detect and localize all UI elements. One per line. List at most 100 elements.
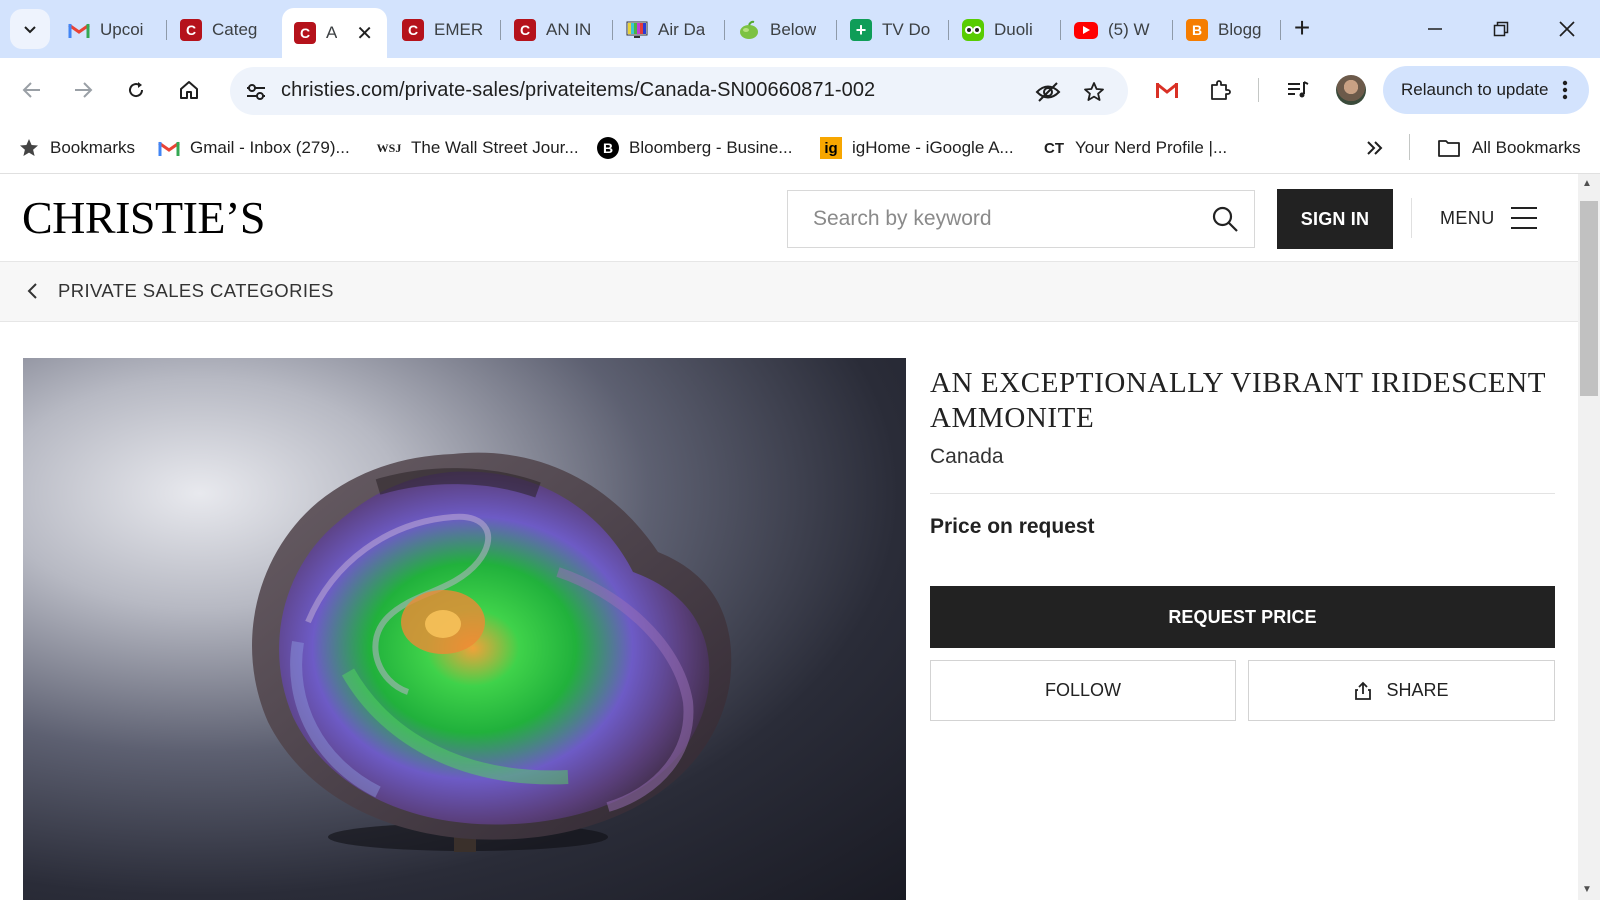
bookmark-label: Gmail - Inbox (279)... xyxy=(190,138,350,157)
search-icon[interactable] xyxy=(1211,205,1239,233)
scroll-down-arrow-icon[interactable]: ▼ xyxy=(1582,884,1592,895)
breadcrumb-label: PRIVATE SALES CATEGORIES xyxy=(58,280,334,301)
tab-emerald[interactable]: C EMER xyxy=(392,11,496,49)
bookmark-star-icon[interactable] xyxy=(1079,77,1109,107)
tab-label: TV Do xyxy=(882,20,931,39)
reload-icon xyxy=(129,82,144,98)
sign-in-button[interactable]: SIGN IN xyxy=(1277,189,1393,249)
menu-button[interactable]: MENU xyxy=(1440,202,1537,234)
reload-button[interactable] xyxy=(118,72,154,108)
tab-search-button[interactable] xyxy=(10,9,50,49)
bookmark-wsj[interactable]: WSJ The Wall Street Jour... xyxy=(377,135,579,161)
minimize-icon xyxy=(1428,28,1442,30)
tab-tv-doc[interactable]: + TV Do xyxy=(840,11,944,49)
close-tab-icon[interactable]: ✕ xyxy=(356,21,373,46)
scroll-up-arrow-icon[interactable]: ▲ xyxy=(1582,178,1592,189)
search-box xyxy=(787,190,1255,248)
youtube-icon xyxy=(1074,21,1098,39)
url-text: christies.com/private-sales/privateitems… xyxy=(281,79,876,101)
tab-duolingo[interactable]: Duoli xyxy=(952,11,1056,49)
tab-label: Blogg xyxy=(1218,20,1262,39)
ighome-icon: ig xyxy=(820,137,842,159)
christies-icon: C xyxy=(402,19,424,41)
extensions-icon[interactable] xyxy=(1204,74,1236,106)
tab-separator xyxy=(948,20,949,40)
home-button[interactable] xyxy=(171,72,207,108)
address-bar[interactable]: christies.com/private-sales/privateitems… xyxy=(230,67,1128,115)
tab-an-in[interactable]: C AN IN xyxy=(504,11,608,49)
tab-below[interactable]: Below xyxy=(728,11,832,49)
toolbar-separator xyxy=(1258,78,1259,102)
forward-arrow-icon xyxy=(75,82,93,98)
lot-title: AN EXCEPTIONALLY VIBRANT IRIDESCENT AMMO… xyxy=(930,367,1546,434)
close-window-button[interactable] xyxy=(1547,12,1587,46)
new-tab-button[interactable]: + xyxy=(1287,14,1317,44)
forward-button[interactable] xyxy=(65,72,101,108)
tab-upcoming[interactable]: Upcoi xyxy=(58,11,166,49)
share-button[interactable]: SHARE xyxy=(1248,660,1555,721)
bookmark-gmail[interactable]: Gmail - Inbox (279)... xyxy=(158,135,350,161)
bookmark-bloomberg[interactable]: B Bloomberg - Busine... xyxy=(597,135,792,161)
profile-avatar[interactable] xyxy=(1336,75,1366,105)
site-header: CHRISTIE’S SIGN IN MENU xyxy=(0,174,1578,262)
sheets-icon: + xyxy=(850,19,872,41)
duolingo-icon xyxy=(962,19,984,41)
christies-icon: C xyxy=(294,22,316,44)
bookmark-label: Bloomberg - Busine... xyxy=(629,138,793,157)
bookmark-nerd-profile[interactable]: CT Your Nerd Profile |... xyxy=(1043,135,1227,161)
bloomberg-icon: B xyxy=(597,137,619,159)
restore-button[interactable] xyxy=(1481,12,1521,46)
tab-blogger[interactable]: B Blogg xyxy=(1176,11,1280,49)
bookmark-bookmarks[interactable]: Bookmarks xyxy=(18,135,135,161)
tab-label: AN IN xyxy=(546,20,592,39)
tab-label: EMER xyxy=(434,20,484,39)
page-content: CHRISTIE’S SIGN IN MENU PRIVATE SALES CA… xyxy=(0,174,1578,900)
all-bookmarks-button[interactable]: All Bookmarks xyxy=(1436,135,1581,161)
tab-label: A xyxy=(326,23,338,42)
share-label: SHARE xyxy=(1386,680,1449,700)
bookmark-label: The Wall Street Jour... xyxy=(411,138,579,157)
minimize-button[interactable] xyxy=(1415,12,1455,46)
bookmark-label: Your Nerd Profile |... xyxy=(1075,138,1228,157)
tab-label: Categ xyxy=(212,20,258,39)
tab-label: Upcoi xyxy=(100,20,144,39)
wsj-icon: WSJ xyxy=(376,140,402,155)
chevron-down-icon xyxy=(24,26,36,34)
tab-active-ammonite[interactable]: C A ✕ xyxy=(282,8,387,58)
scrollbar-thumb[interactable] xyxy=(1580,201,1598,396)
more-bookmarks-button[interactable] xyxy=(1366,135,1384,161)
site-settings-icon[interactable] xyxy=(241,77,271,107)
search-input[interactable] xyxy=(788,191,1188,247)
lot-image[interactable] xyxy=(23,358,906,900)
tab-separator xyxy=(500,20,501,40)
gmail-extension-icon[interactable] xyxy=(1151,74,1183,106)
details-divider xyxy=(930,493,1555,494)
back-button[interactable] xyxy=(14,72,50,108)
bookmarks-bar: Bookmarks Gmail - Inbox (279)... WSJ The… xyxy=(0,122,1600,174)
bookmark-ighome[interactable]: ig igHome - iGoogle A... xyxy=(820,135,1014,161)
relaunch-update-button[interactable]: Relaunch to update xyxy=(1383,66,1589,114)
tab-youtube[interactable]: (5) W xyxy=(1064,11,1168,49)
tab-label: (5) W xyxy=(1108,20,1150,39)
tv-icon xyxy=(626,19,648,41)
tab-separator xyxy=(1060,20,1061,40)
tab-categories[interactable]: C Categ xyxy=(170,11,274,49)
bookmark-label: igHome - iGoogle A... xyxy=(852,138,1014,157)
request-price-button[interactable]: REQUEST PRICE xyxy=(930,586,1555,648)
tab-separator xyxy=(1280,20,1281,40)
tab-label: Air Da xyxy=(658,20,706,39)
lot-origin: Canada xyxy=(930,445,1004,468)
christies-logo[interactable]: CHRISTIE’S xyxy=(22,191,265,244)
lot-price: Price on request xyxy=(930,515,1095,538)
tracking-hidden-icon[interactable] xyxy=(1033,77,1063,107)
lot-details: AN EXCEPTIONALLY VIBRANT IRIDESCENT AMMO… xyxy=(930,358,1555,721)
browser-toolbar: christies.com/private-sales/privateitems… xyxy=(0,58,1600,122)
chevron-left-icon xyxy=(27,283,37,299)
menu-label: MENU xyxy=(1440,207,1495,228)
media-control-icon[interactable] xyxy=(1282,74,1314,106)
breadcrumb-back-link[interactable]: PRIVATE SALES CATEGORIES xyxy=(26,280,334,302)
tab-separator xyxy=(836,20,837,40)
restore-icon xyxy=(1493,21,1509,37)
follow-button[interactable]: FOLLOW xyxy=(930,660,1236,721)
tab-air-date[interactable]: Air Da xyxy=(616,11,720,49)
